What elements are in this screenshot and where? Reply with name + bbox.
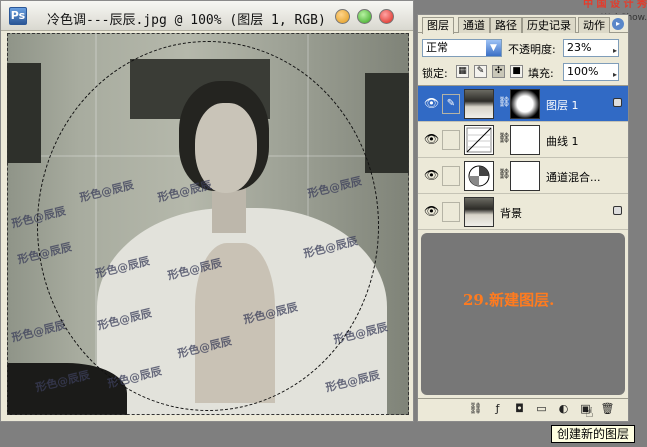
tab-layers[interactable]: 图层: [422, 17, 454, 34]
link-chain-icon[interactable]: ⛓: [498, 97, 511, 108]
document-title: 冷色调---辰辰.jpg @ 100% (图层 1, RGB): [47, 13, 326, 28]
image-canvas[interactable]: 形色@辰辰 形色@辰辰 形色@辰辰 形色@辰辰 形色@辰辰 形色@辰辰 形色@辰…: [7, 33, 409, 415]
lock-position-icon[interactable]: ✣: [492, 65, 505, 78]
brush-icon[interactable]: ✎: [442, 94, 460, 114]
layer-mask-thumbnail[interactable]: [510, 161, 540, 191]
layer-style-icon[interactable]: ƒ: [490, 402, 505, 417]
link-chain-icon[interactable]: ⛓: [498, 133, 511, 144]
minimize-button[interactable]: [335, 9, 350, 24]
layer-row-background[interactable]: 👁 背景: [418, 194, 628, 230]
layer-row-channel-mixer[interactable]: 👁 ⛓ 通道混合...: [418, 158, 628, 194]
blend-mode-value: 正常: [426, 41, 448, 54]
close-button[interactable]: [379, 9, 394, 24]
add-mask-icon[interactable]: ◘: [512, 402, 527, 417]
opacity-value: 23%: [567, 41, 592, 54]
visibility-eye-icon[interactable]: 👁: [424, 168, 439, 182]
watermark: 形色@辰辰: [10, 318, 67, 345]
adjustment-layer-icon[interactable]: ◐: [556, 402, 571, 417]
lock-pixels-icon[interactable]: ✎: [474, 65, 487, 78]
layer-name: 图层 1: [546, 99, 579, 112]
layer-name: 曲线 1: [546, 135, 579, 148]
trash-icon[interactable]: 🗑: [600, 402, 615, 417]
new-group-icon[interactable]: ▭: [534, 402, 549, 417]
slider-arrow-icon[interactable]: ▸: [613, 43, 617, 59]
visibility-eye-icon[interactable]: 👁: [424, 204, 439, 218]
tooltip: 创建新的图层: [551, 425, 636, 443]
opacity-label: 不透明度:: [508, 43, 556, 56]
lock-label: 锁定:: [422, 67, 448, 80]
layer-thumbnail: [464, 197, 494, 227]
layer-name: 背景: [500, 207, 522, 220]
visibility-eye-icon[interactable]: 👁: [424, 96, 439, 110]
lock-icon: [613, 98, 622, 107]
opacity-input[interactable]: 23% ▸: [563, 39, 619, 57]
channel-mixer-icon: [464, 161, 494, 191]
maximize-button[interactable]: [357, 9, 372, 24]
layer-thumbnail: [464, 89, 494, 119]
link-chain-icon[interactable]: ⛓: [498, 169, 511, 180]
chevron-down-icon[interactable]: ▼: [486, 40, 501, 56]
lock-all-icon[interactable]: ■: [510, 65, 523, 78]
layer-row-layer1[interactable]: 👁 ✎ ⛓ 图层 1: [418, 86, 628, 122]
curves-adjustment-icon: [464, 125, 494, 155]
photoshop-icon: Ps: [9, 7, 27, 25]
layers-empty-area: 29.新建图层.: [421, 233, 625, 395]
site-brand: 中 国 设 计 秀: [583, 0, 647, 10]
fill-label: 填充:: [528, 67, 554, 80]
pointer-cursor-icon: ☝: [585, 405, 594, 421]
tab-paths[interactable]: 路径: [490, 17, 522, 33]
blend-mode-select[interactable]: 正常 ▼: [422, 39, 502, 57]
layer-row-curves[interactable]: 👁 ⛓ 曲线 1: [418, 122, 628, 158]
lock-icon: [613, 206, 622, 215]
fill-input[interactable]: 100% ▸: [563, 63, 619, 81]
slider-arrow-icon[interactable]: ▸: [613, 67, 617, 83]
layer-mask-thumbnail[interactable]: [510, 89, 540, 119]
document-titlebar[interactable]: Ps 冷色调---辰辰.jpg @ 100% (图层 1, RGB): [1, 1, 413, 31]
tab-channels[interactable]: 通道: [458, 17, 490, 33]
panel-menu-icon[interactable]: ▸: [612, 18, 624, 30]
fill-value: 100%: [567, 65, 599, 78]
layers-panel: 图层 通道 路径 历史记录 动作 ▸ 正常 ▼ 不透明度: 23% ▸ 锁定: …: [417, 14, 629, 422]
step-note: 29.新建图层.: [463, 291, 555, 309]
visibility-eye-icon[interactable]: 👁: [424, 132, 439, 146]
tab-history[interactable]: 历史记录: [522, 17, 576, 33]
layer-mask-thumbnail[interactable]: [510, 125, 540, 155]
panel-tabs: 图层 通道 路径 历史记录 动作 ▸: [418, 15, 628, 34]
layers-toolbar: ⛓ ƒ ◘ ▭ ◐ ▣ 🗑: [418, 398, 628, 420]
elliptical-selection: [37, 41, 379, 411]
link-layers-icon[interactable]: ⛓: [468, 402, 483, 417]
lock-transparency-icon[interactable]: ▦: [456, 65, 469, 78]
layers-list: 👁 ✎ ⛓ 图层 1 👁 ⛓ 曲线 1 👁 ⛓ 通道混合... 👁 背景: [418, 85, 628, 230]
document-window: Ps 冷色调---辰辰.jpg @ 100% (图层 1, RGB) 形色@辰辰…: [0, 0, 414, 422]
tab-actions[interactable]: 动作: [578, 17, 610, 33]
layer-name: 通道混合...: [546, 171, 601, 184]
